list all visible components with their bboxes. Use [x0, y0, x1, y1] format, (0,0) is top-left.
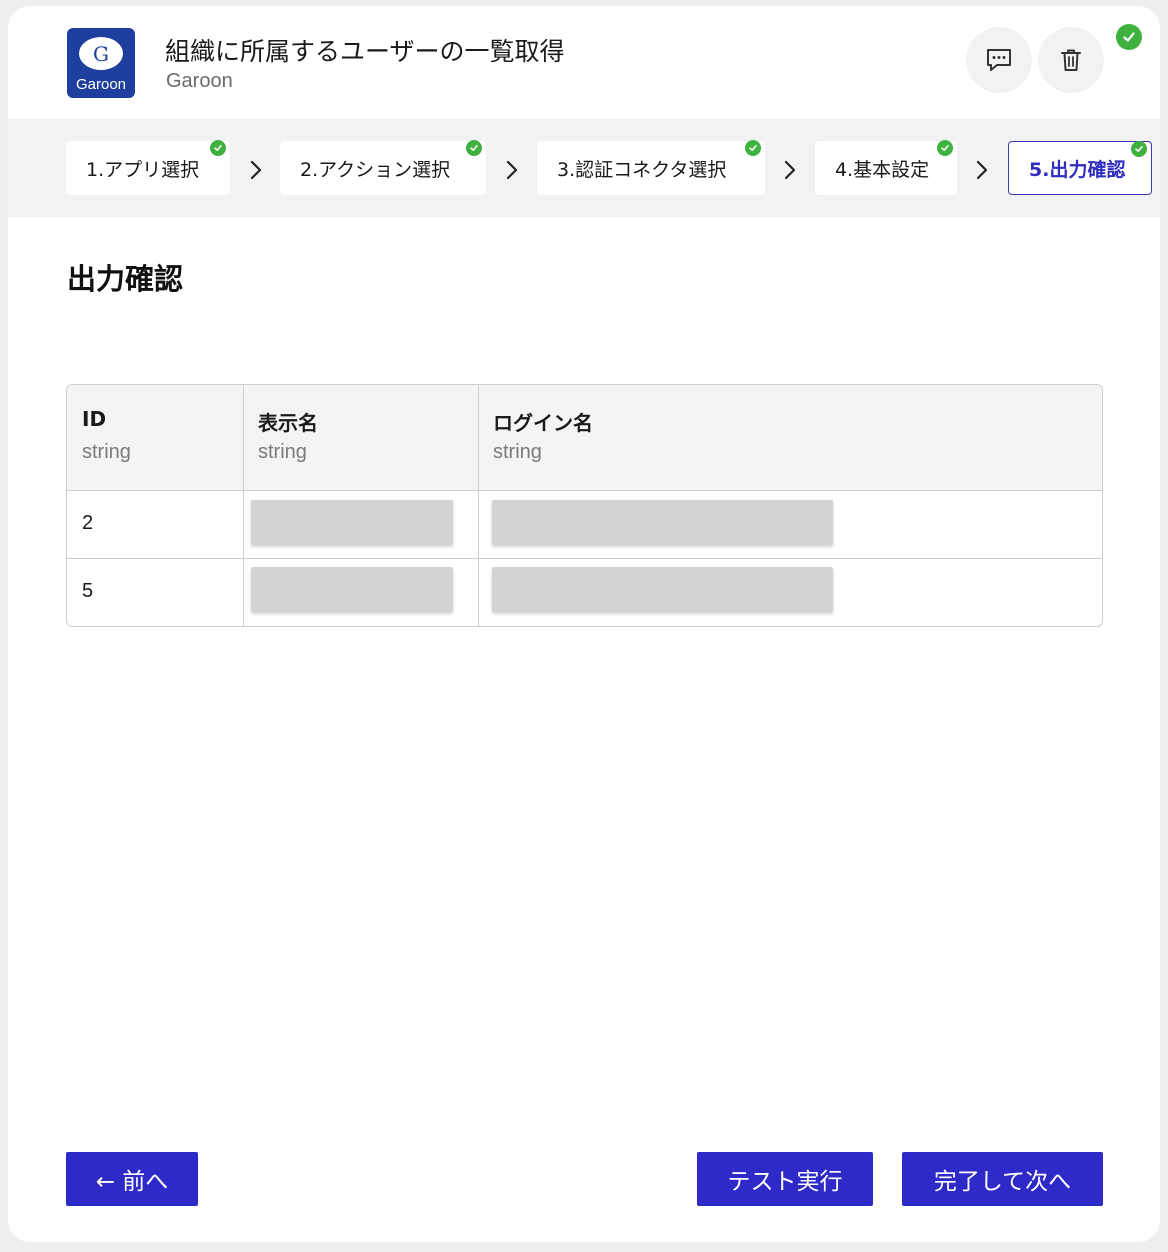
step-complete-icon — [937, 140, 953, 156]
column-type-login-name: string — [493, 441, 542, 463]
status-check-icon — [1116, 24, 1142, 50]
step-complete-icon — [466, 140, 482, 156]
redacted-login-name — [492, 567, 833, 612]
step-auth-connector-select[interactable]: 3.認証コネクタ選択 — [537, 140, 765, 195]
step-label: 3.認証コネクタ選択 — [557, 158, 727, 181]
chevron-right-icon — [784, 160, 796, 180]
step-label: 1.アプリ選択 — [86, 158, 200, 181]
redacted-display-name — [251, 500, 453, 545]
column-header-id: ID — [82, 407, 107, 431]
step-complete-icon — [210, 140, 226, 156]
section-title: 出力確認 — [67, 262, 184, 296]
test-run-button[interactable]: テスト実行 — [697, 1152, 873, 1206]
main-panel: G Garoon 組織に所属するユーザーの一覧取得 Garoon 1.アプリ選択… — [8, 6, 1160, 1242]
chevron-right-icon — [976, 160, 988, 180]
step-complete-icon — [745, 140, 761, 156]
step-complete-icon — [1131, 141, 1147, 157]
app-name: Garoon — [166, 70, 233, 92]
step-app-select[interactable]: 1.アプリ選択 — [66, 140, 230, 195]
garoon-app-logo: G Garoon — [67, 28, 135, 98]
trash-icon — [1061, 49, 1081, 71]
header: G Garoon 組織に所属するユーザーの一覧取得 Garoon — [8, 6, 1160, 119]
comment-icon — [987, 49, 1011, 71]
app-logo-text: Garoon — [75, 76, 127, 93]
delete-button[interactable] — [1038, 27, 1104, 93]
page-title: 組織に所属するユーザーの一覧取得 — [165, 37, 565, 66]
step-label: 2.アクション選択 — [300, 158, 451, 181]
step-output-confirm[interactable]: 5.出力確認 — [1008, 141, 1152, 195]
app-logo-letter: G — [79, 37, 123, 70]
column-header-display-name: 表示名 — [258, 411, 318, 435]
redacted-login-name — [492, 500, 833, 545]
step-label: 4.基本設定 — [835, 158, 930, 181]
column-divider — [478, 385, 479, 626]
step-basic-settings[interactable]: 4.基本設定 — [815, 140, 957, 195]
previous-button[interactable]: ← 前へ — [66, 1152, 198, 1206]
step-progress: 1.アプリ選択 2.アクション選択 3.認証コネクタ選択 4.基本設定 5.出力… — [8, 119, 1160, 217]
column-type-id: string — [82, 441, 131, 463]
table-header — [67, 385, 1102, 491]
redacted-display-name — [251, 567, 453, 612]
output-table: ID string 表示名 string ログイン名 string 2 5 — [66, 384, 1103, 627]
chevron-right-icon — [506, 160, 518, 180]
chevron-right-icon — [250, 160, 262, 180]
column-type-display-name: string — [258, 441, 307, 463]
complete-next-button[interactable]: 完了して次へ — [902, 1152, 1103, 1206]
row-divider — [67, 558, 1102, 559]
step-label: 5.出力確認 — [1029, 158, 1126, 181]
table-cell-id: 5 — [82, 580, 94, 602]
table-cell-id: 2 — [82, 512, 94, 534]
comment-button[interactable] — [966, 27, 1032, 93]
step-action-select[interactable]: 2.アクション選択 — [280, 140, 486, 195]
column-divider — [243, 385, 244, 626]
column-header-login-name: ログイン名 — [493, 411, 593, 435]
